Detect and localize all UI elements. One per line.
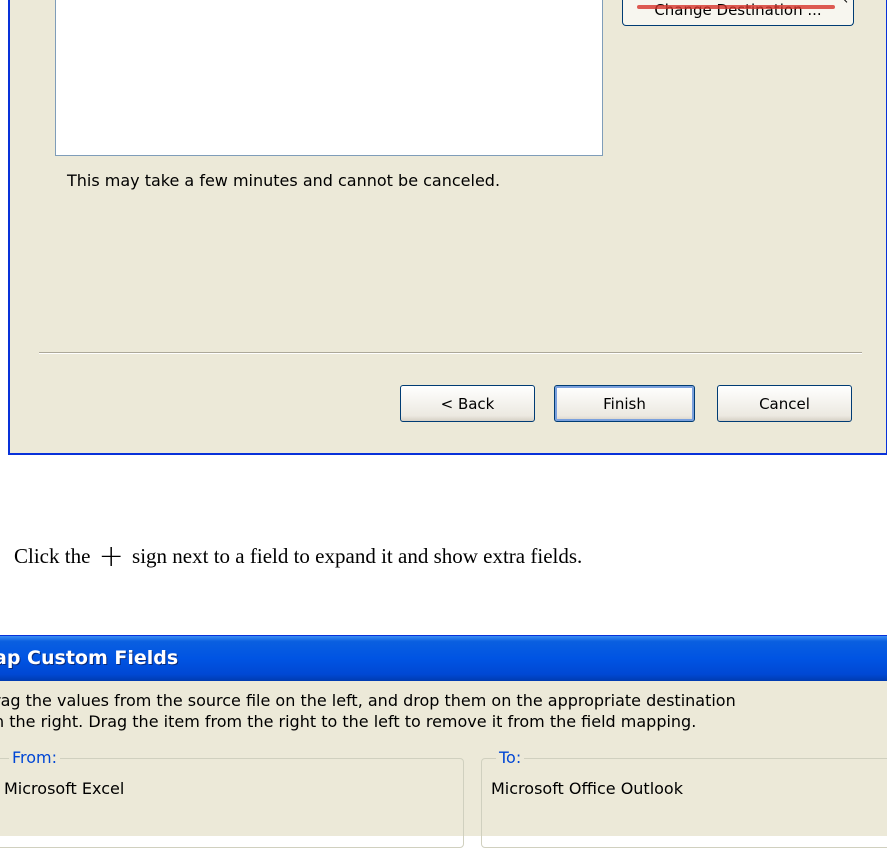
- destination-list-box[interactable]: [55, 0, 603, 156]
- from-group: From: Microsoft Excel: [0, 748, 464, 848]
- plus-sign-icon: +: [98, 539, 124, 574]
- to-label: To:: [496, 748, 525, 767]
- duration-note: This may take a few minutes and cannot b…: [67, 171, 501, 190]
- to-source: Microsoft Office Outlook: [491, 779, 683, 798]
- change-destination-label: Change Destination ...: [654, 0, 822, 19]
- finish-button[interactable]: Finish: [554, 385, 695, 422]
- dialog-titlebar[interactable]: ap Custom Fields: [0, 636, 887, 681]
- instruction-text: Click the + sign next to a field to expa…: [14, 539, 582, 574]
- instruction-after: sign next to a field to expand it and sh…: [132, 544, 583, 568]
- dialog-title: ap Custom Fields: [0, 647, 179, 669]
- map-custom-fields-dialog: ap Custom Fields rag the values from the…: [0, 635, 887, 848]
- mouse-cursor-icon: ↖: [839, 0, 849, 6]
- button-divider: [39, 352, 862, 354]
- instruction-before: Click the: [14, 544, 91, 568]
- import-export-wizard-dialog: Change Destination ... ↖ This may take a…: [8, 0, 887, 455]
- red-highlight-annotation: [637, 5, 835, 9]
- dialog-description: rag the values from the source file on t…: [0, 681, 887, 732]
- description-line-2: n the right. Drag the item from the righ…: [0, 712, 697, 731]
- change-destination-button[interactable]: Change Destination ... ↖: [622, 0, 854, 26]
- description-line-1: rag the values from the source file on t…: [0, 691, 736, 710]
- from-source: Microsoft Excel: [4, 779, 125, 798]
- cancel-button[interactable]: Cancel: [717, 385, 852, 422]
- to-group: To: Microsoft Office Outlook: [481, 748, 887, 848]
- from-label: From:: [9, 748, 61, 767]
- back-button[interactable]: < Back: [400, 385, 535, 422]
